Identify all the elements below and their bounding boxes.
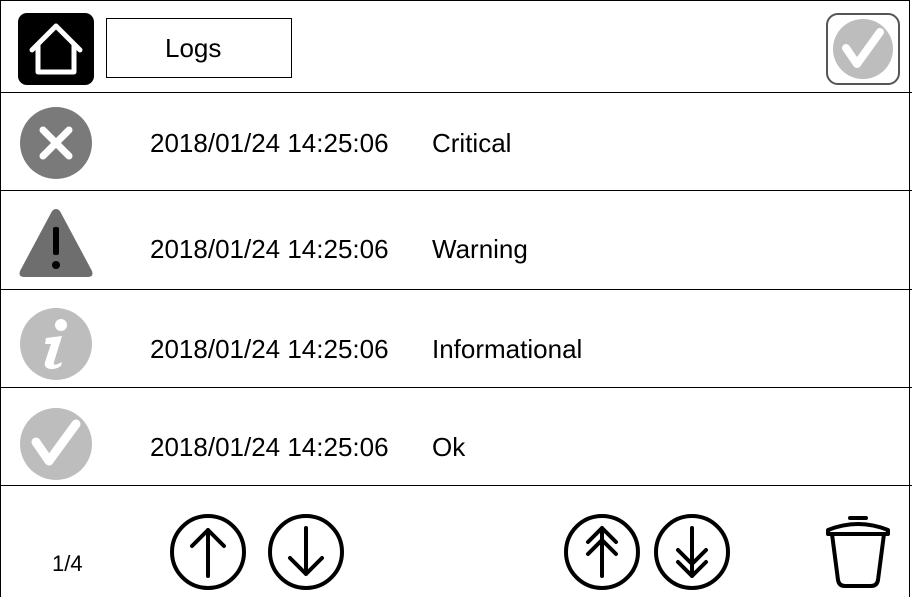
log-level: Critical: [432, 128, 512, 158]
log-timestamp: 2018/01/24 14:25:06: [150, 234, 389, 264]
page-up-button[interactable]: [562, 512, 642, 592]
log-timestamp: 2018/01/24 14:25:06: [150, 432, 389, 462]
log-timestamp: 2018/01/24 14:25:06: [150, 334, 389, 364]
log-level: Warning: [432, 234, 528, 264]
check-circle-icon: [833, 19, 893, 79]
trash-icon: [826, 516, 890, 588]
scroll-up-button[interactable]: [168, 512, 248, 592]
divider: [0, 485, 912, 486]
double-arrow-up-icon: [564, 514, 640, 590]
log-row-critical[interactable]: 2018/01/24 14:25:06 Critical: [0, 93, 912, 189]
log-timestamp: 2018/01/24 14:25:06: [150, 128, 389, 158]
warning-triangle-icon: [19, 209, 93, 277]
home-icon: [29, 23, 83, 75]
page-title: Logs: [106, 18, 292, 78]
delete-logs-button[interactable]: [820, 510, 896, 590]
log-level: Ok: [432, 432, 466, 462]
header-bar: Logs: [0, 0, 912, 92]
log-level: Informational: [432, 334, 583, 364]
log-row-warning[interactable]: 2018/01/24 14:25:06 Warning: [0, 191, 912, 287]
log-row-ok[interactable]: 2018/01/24 14:25:06 Ok: [0, 388, 912, 484]
arrow-down-icon: [268, 514, 344, 590]
critical-x-icon: [20, 107, 92, 179]
scroll-down-button[interactable]: [266, 512, 346, 592]
home-button[interactable]: [18, 13, 94, 85]
log-row-informational[interactable]: 2018/01/24 14:25:06 Informational: [0, 290, 912, 386]
info-icon: [20, 308, 92, 380]
page-down-button[interactable]: [652, 512, 732, 592]
arrow-up-icon: [170, 514, 246, 590]
status-button[interactable]: [826, 13, 900, 85]
double-arrow-down-icon: [654, 514, 730, 590]
ok-check-icon: [20, 408, 92, 480]
page-indicator: 1/4: [52, 551, 83, 576]
